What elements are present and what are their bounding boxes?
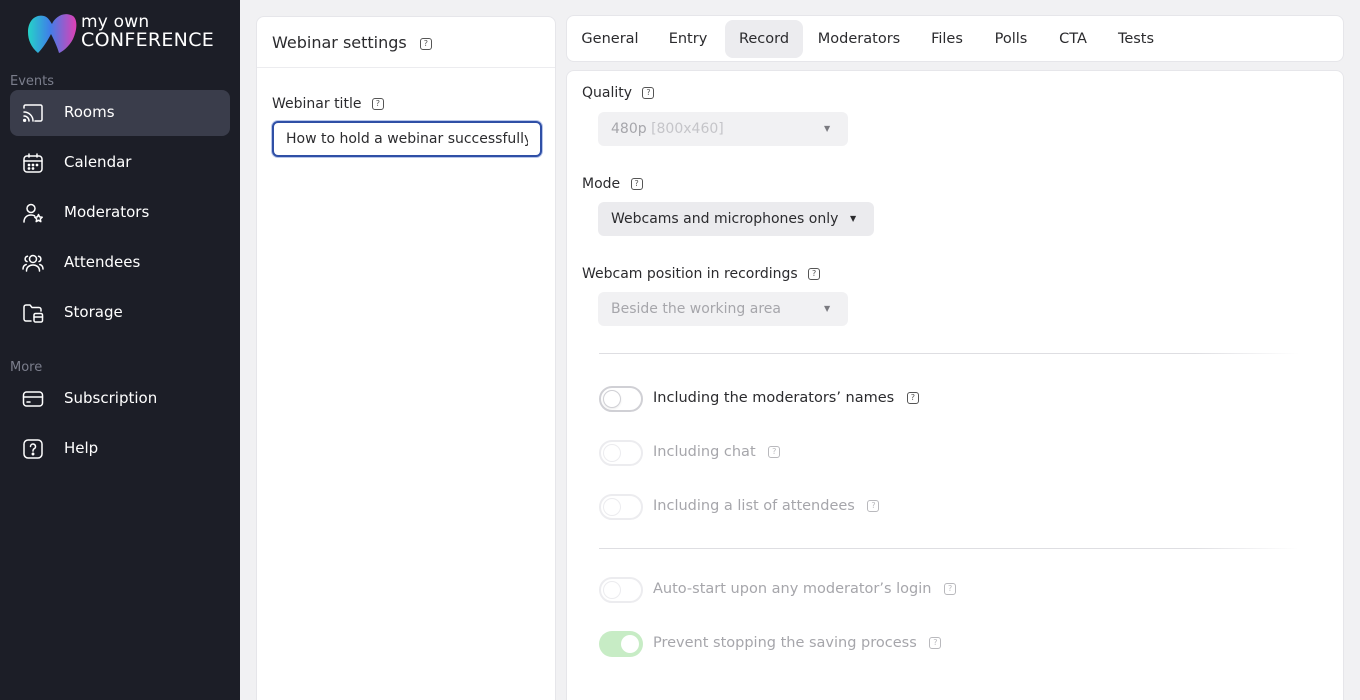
question-icon[interactable]: ? [929,637,942,649]
sidebar-item-label: Moderators [64,203,150,221]
tab-moderators[interactable]: Moderators [809,20,909,58]
attendees-icon [22,252,44,274]
panel-title-text: Webinar settings [272,33,407,52]
question-icon[interactable]: ? [944,583,957,595]
question-icon[interactable]: ? [371,98,384,110]
question-icon[interactable]: ? [906,392,919,404]
sidebar-item-calendar[interactable]: Calendar [10,140,230,186]
toggle-knob [603,581,621,599]
question-icon[interactable]: ? [630,178,643,190]
mode-label-text: Mode [582,176,621,192]
sidebar: my own CONFERENCE Events Rooms Calendar … [0,0,240,700]
webcam-position-label-text: Webcam position in recordings [582,266,798,282]
sidebar-item-label: Calendar [64,153,132,171]
tab-polls[interactable]: Polls [983,20,1039,58]
toggle-auto-start[interactable] [599,577,643,603]
settings-tabs: General Entry Record Moderators Files Po… [566,15,1344,62]
tab-files[interactable]: Files [919,20,975,58]
quality-label-text: Quality [582,85,633,101]
cast-icon [22,102,44,124]
toggle-including-chat[interactable] [599,440,643,466]
moderators-names-text: Including the moderators’ names [653,390,895,406]
tab-cta[interactable]: CTA [1049,20,1097,58]
section-label-events: Events [10,74,55,89]
toggle-moderators-names[interactable] [599,386,643,412]
webcam-position-value: Beside the working area [611,301,781,317]
including-chat-label: Including chat ? [653,444,781,460]
attendees-list-label: Including a list of attendees ? [653,498,880,514]
quality-value: 480p [611,121,647,137]
toggle-knob [603,444,621,462]
section-label-more: More [10,360,43,375]
question-icon[interactable]: ? [808,268,821,280]
card-icon [22,388,44,410]
auto-start-text: Auto-start upon any moderator’s login [653,581,932,597]
folder-icon [22,302,44,324]
quality-resolution: [800x460] [651,121,724,137]
chevron-down-icon: ▼ [850,214,857,223]
calendar-icon [22,152,44,174]
section-divider [599,548,1299,549]
question-icon[interactable]: ? [642,87,655,99]
webcam-position-select[interactable]: Beside the working area ▼ [598,292,848,326]
question-icon[interactable]: ? [419,37,432,50]
sidebar-item-storage[interactable]: Storage [10,290,230,336]
question-icon[interactable]: ? [867,500,880,512]
auto-start-label: Auto-start upon any moderator’s login ? [653,581,957,597]
toggle-knob [603,390,621,408]
webinar-settings-panel: Webinar settings ? Webinar title ? [256,16,556,700]
sidebar-item-label: Attendees [64,253,141,271]
quality-select[interactable]: 480p [800x460] ▼ [598,112,848,146]
attendees-list-text: Including a list of attendees [653,498,855,514]
webinar-title-input[interactable] [272,121,542,157]
sidebar-item-subscription[interactable]: Subscription [10,376,230,422]
tab-tests[interactable]: Tests [1107,20,1165,58]
including-chat-text: Including chat [653,444,756,460]
webinar-title-label: Webinar title ? [272,96,384,112]
chevron-down-icon: ▼ [824,124,831,133]
sidebar-item-label: Help [64,439,99,457]
toggle-attendees-list[interactable] [599,494,643,520]
sidebar-item-label: Subscription [64,389,158,407]
panel-header: Webinar settings ? [257,17,555,68]
prevent-stopping-label: Prevent stopping the saving process ? [653,635,942,651]
section-divider [599,353,1299,354]
webcam-position-label: Webcam position in recordings ? [582,266,821,282]
toggle-knob [621,635,639,653]
mode-label: Mode ? [582,176,643,192]
tab-record[interactable]: Record [725,20,803,58]
moderators-names-label: Including the moderators’ names ? [653,390,919,406]
sidebar-item-moderators[interactable]: Moderators [10,190,230,236]
toggle-prevent-stopping[interactable] [599,631,643,657]
quality-label: Quality ? [582,85,655,101]
webinar-title-label-text: Webinar title [272,96,362,112]
help-icon [22,438,44,460]
tab-entry[interactable]: Entry [653,20,723,58]
brand-logo[interactable]: my own CONFERENCE [26,12,226,56]
prevent-stopping-text: Prevent stopping the saving process [653,635,917,651]
panel-title: Webinar settings ? [272,33,432,52]
sidebar-item-help[interactable]: Help [10,426,230,472]
mode-select[interactable]: Webcams and microphones only ▼ [598,202,874,236]
toggle-knob [603,498,621,516]
tab-general[interactable]: General [575,20,645,58]
sidebar-item-label: Rooms [64,103,115,121]
question-icon[interactable]: ? [768,446,781,458]
brand-line2: CONFERENCE [81,29,215,51]
chevron-down-icon: ▼ [824,304,831,313]
sidebar-item-rooms[interactable]: Rooms [10,90,230,136]
mode-value: Webcams and microphones only [611,211,839,227]
record-settings-panel: Quality ? 480p [800x460] ▼ Mode ? Webcam… [566,70,1344,700]
brand-text: my own CONFERENCE [81,13,215,51]
sidebar-item-attendees[interactable]: Attendees [10,240,230,286]
moderator-icon [22,202,44,224]
logo-mark-icon [28,14,77,53]
sidebar-item-label: Storage [64,303,123,321]
